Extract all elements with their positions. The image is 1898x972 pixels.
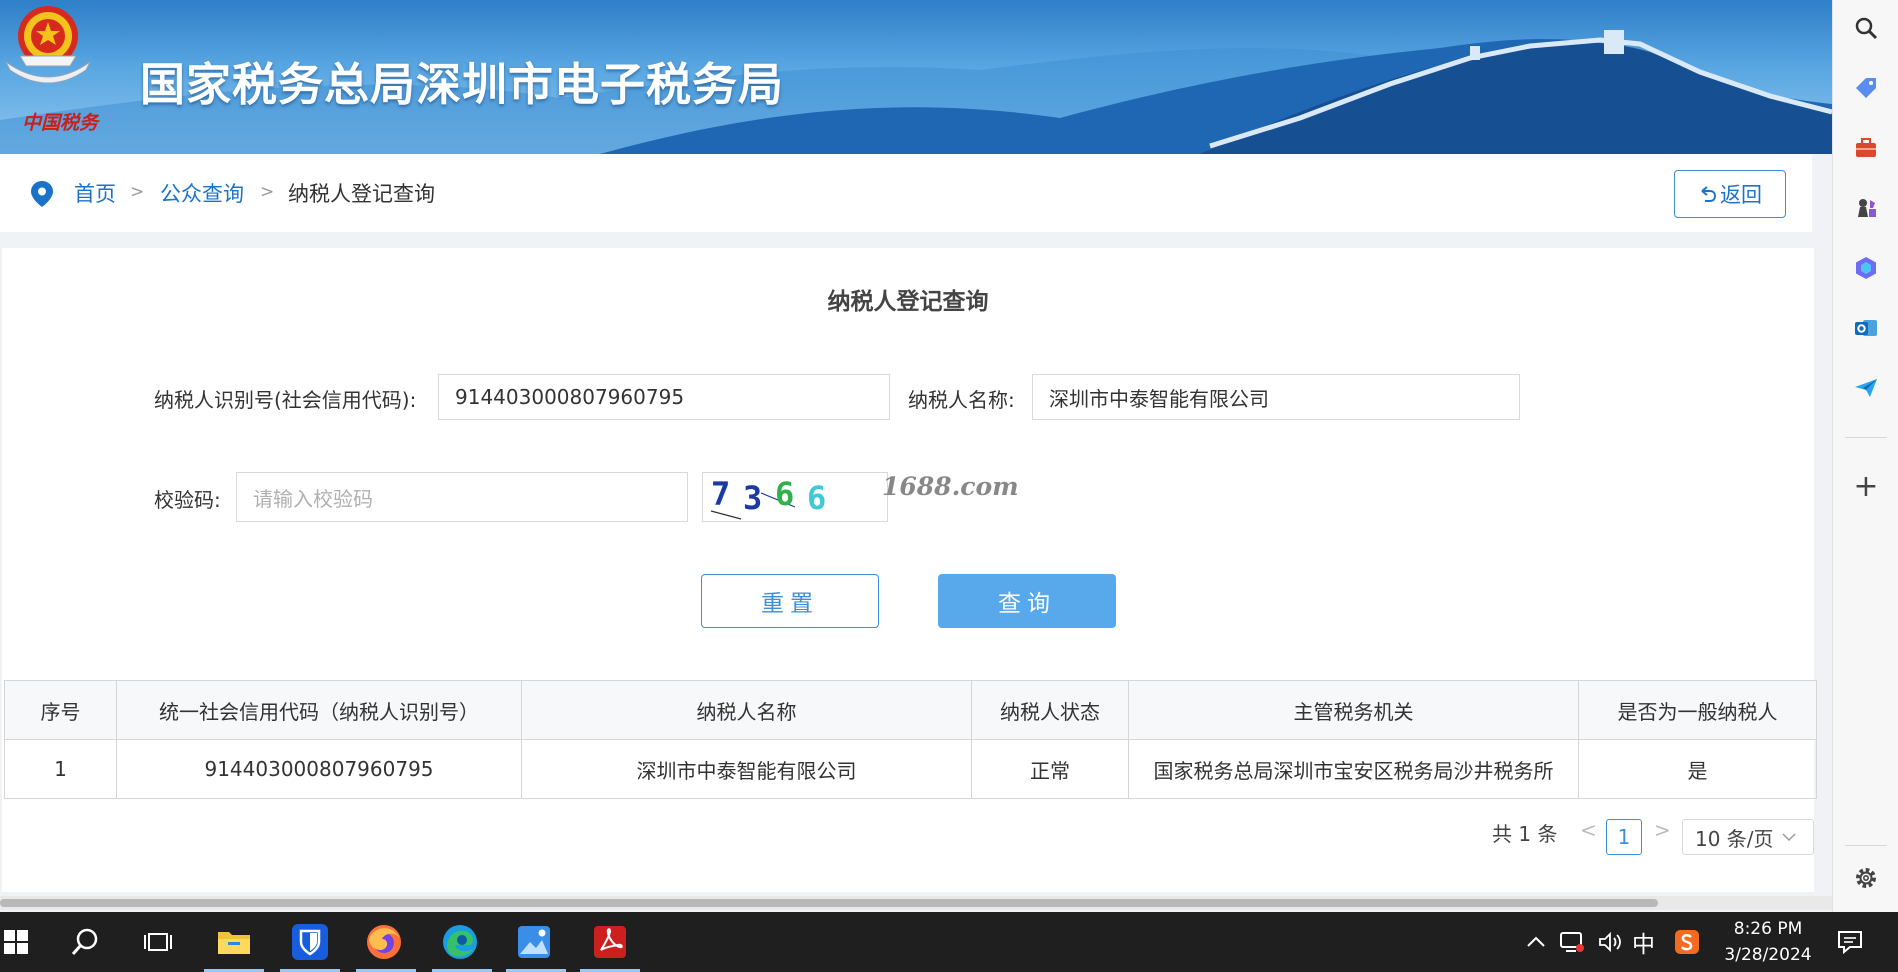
edge-icon[interactable] [438, 920, 482, 964]
add-icon[interactable]: + [1850, 469, 1882, 504]
captcha-char: 7 [711, 475, 730, 513]
file-explorer-icon[interactable] [212, 920, 256, 964]
captcha-char: 6 [807, 479, 826, 517]
notification-icon[interactable] [1836, 912, 1864, 972]
query-panel: 纳税人登记查询 纳税人识别号(社会信用代码): 9144030008079607… [2, 248, 1817, 892]
captcha-glyphs: 7366 [710, 475, 826, 520]
captcha-image[interactable]: 7366 [702, 472, 888, 522]
taxpayer-name-input[interactable]: 深圳市中泰智能有限公司 [1032, 374, 1520, 420]
results-table: 序号 统一社会信用代码（纳税人识别号） 纳税人名称 纳税人状态 主管税务机关 是否为一般纳… [4, 680, 1817, 799]
location-pin-icon [31, 181, 53, 207]
emblem-caption: 中国税务 [22, 112, 99, 134]
column-header: 纳税人名称 [521, 680, 972, 740]
form-title: 纳税人登记查询 [827, 289, 989, 315]
acrobat-icon[interactable] [588, 920, 632, 964]
table-cell: 914403000807960795 [116, 739, 522, 799]
browser-sidebar: + [1832, 0, 1898, 912]
tax-id-input[interactable]: 914403000807960795 [438, 374, 890, 420]
table-header-row: 序号 统一社会信用代码（纳税人识别号） 纳税人名称 纳税人状态 主管税务机关 是否为一般纳… [4, 680, 1817, 740]
tag-icon[interactable] [1850, 72, 1882, 104]
column-header: 纳税人状态 [971, 680, 1129, 740]
breadcrumb-current: 纳税人登记查询 [288, 182, 435, 206]
chevron-down-icon [1782, 833, 1796, 842]
reset-button[interactable]: 重置 [701, 574, 879, 628]
site-title: 国家税务总局深圳市电子税务局 [140, 58, 785, 111]
volume-icon[interactable] [1598, 912, 1624, 972]
query-button[interactable]: 查询 [938, 574, 1116, 628]
table-body: 1 914403000807960795 深圳市中泰智能有限公司 正常 国家税务总局深圳… [4, 739, 1817, 799]
breadcrumb-public-query[interactable]: 公众查询 [160, 178, 244, 208]
sidebar-divider [1845, 845, 1887, 846]
column-header: 主管税务机关 [1128, 680, 1579, 740]
table-cell: 正常 [971, 739, 1129, 799]
table-cell: 1 [4, 739, 117, 799]
search-icon[interactable] [1850, 12, 1882, 44]
pager-page-1[interactable]: 1 [1606, 819, 1642, 855]
outlook-icon[interactable] [1850, 312, 1882, 344]
chess-icon[interactable] [1850, 192, 1882, 224]
copilot-icon[interactable] [1850, 252, 1882, 284]
pager-prev-button[interactable]: < [1580, 818, 1597, 842]
captcha-char: 3 [743, 479, 762, 517]
tray-overflow-icon[interactable] [1526, 912, 1546, 972]
clock-date: 3/28/2024 [1724, 945, 1812, 965]
pager-total: 共 1 条 [1492, 822, 1558, 846]
taxpayer-name-label: 纳税人名称: [908, 388, 1015, 412]
captcha-label: 校验码: [154, 488, 221, 512]
column-header: 是否为一般纳税人 [1578, 680, 1817, 740]
table-cell: 深圳市中泰智能有限公司 [521, 739, 972, 799]
bitwarden-icon[interactable] [288, 920, 332, 964]
page-size-value: 10 条/页 [1695, 826, 1774, 851]
firefox-icon[interactable] [362, 920, 406, 964]
breadcrumb-separator: > [130, 182, 145, 202]
horizontal-scrollbar[interactable] [0, 896, 1832, 910]
back-button[interactable]: 返回 [1674, 170, 1786, 218]
back-button-label: 返回 [1720, 183, 1762, 207]
taskbar: 中 8:26 PM 3/28/2024 [0, 912, 1898, 972]
tax-emblem-icon [5, 6, 91, 84]
table-row: 1 914403000807960795 深圳市中泰智能有限公司 正常 国家税务总局深圳… [4, 739, 1817, 799]
search-icon[interactable] [64, 920, 108, 964]
captcha-input[interactable]: 请输入校验码 [236, 472, 688, 522]
scrollbar-thumb[interactable] [0, 899, 1658, 907]
breadcrumb: 首页 > 公众查询 > 纳税人登记查询 返回 [0, 154, 1812, 232]
ime-indicator[interactable]: 中 [1632, 912, 1655, 972]
column-header: 序号 [4, 680, 117, 740]
sogou-ime-icon[interactable] [1674, 912, 1700, 972]
column-header: 统一社会信用代码（纳税人识别号） [116, 680, 522, 740]
captcha-char: 6 [775, 475, 794, 513]
watermark-text: 1688.com [882, 472, 1019, 501]
pager-next-button[interactable]: > [1654, 818, 1671, 842]
task-view-icon[interactable] [136, 920, 180, 964]
settings-icon[interactable] [1850, 862, 1882, 894]
header-banner: 中国税务 国家税务总局深圳市电子税务局 [0, 0, 1832, 154]
network-icon[interactable] [1558, 912, 1586, 972]
clock-time: 8:26 PM [1733, 919, 1803, 939]
photos-icon[interactable] [512, 920, 556, 964]
windows-start-icon[interactable] [0, 920, 38, 964]
undo-icon [1701, 186, 1717, 202]
briefcase-icon[interactable] [1850, 132, 1882, 164]
breadcrumb-home[interactable]: 首页 [74, 178, 116, 208]
table-cell: 是 [1578, 739, 1817, 799]
send-icon[interactable] [1850, 372, 1882, 404]
sidebar-divider [1845, 437, 1887, 438]
breadcrumb-separator: > [260, 182, 275, 202]
taskbar-clock[interactable]: 8:26 PM 3/28/2024 [1720, 916, 1816, 968]
page-size-select[interactable]: 10 条/页 [1682, 819, 1814, 855]
table-cell: 国家税务总局深圳市宝安区税务局沙井税务所 [1128, 739, 1579, 799]
tax-id-label: 纳税人识别号(社会信用代码): [154, 388, 417, 412]
